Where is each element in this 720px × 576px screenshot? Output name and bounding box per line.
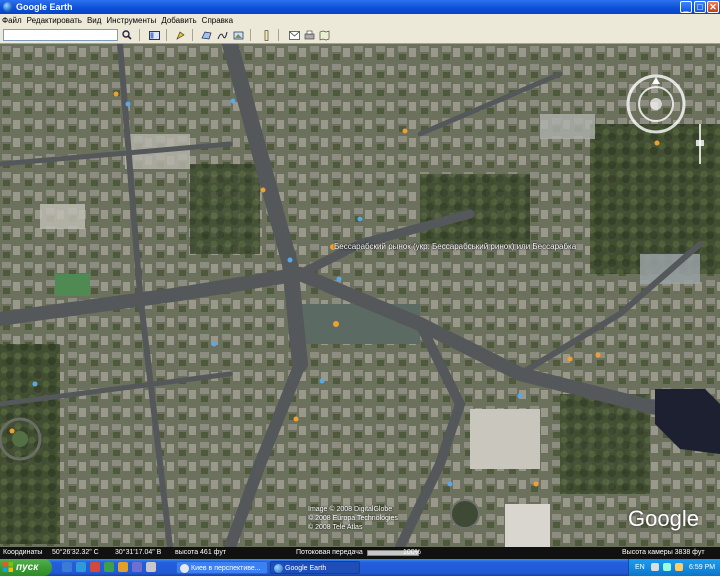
search-input[interactable] bbox=[3, 29, 118, 41]
taskbar-item-google-earth[interactable]: Google Earth bbox=[270, 561, 360, 574]
window-title: Google Earth bbox=[16, 2, 73, 12]
close-button[interactable]: ✕ bbox=[707, 1, 719, 13]
volume-icon[interactable] bbox=[675, 563, 683, 571]
quicklaunch-app-icon[interactable] bbox=[146, 562, 156, 572]
overlay-icon[interactable] bbox=[232, 29, 244, 41]
quicklaunch-app-icon[interactable] bbox=[104, 562, 114, 572]
streaming-label: Потоковая передача bbox=[296, 549, 363, 556]
google-logo: Google bbox=[628, 506, 699, 531]
menu-file[interactable]: Файл bbox=[2, 16, 22, 25]
toolbar-separator bbox=[166, 29, 167, 41]
copyright-line: Image © 2008 DigitalGlobe bbox=[308, 506, 393, 513]
maximize-button[interactable]: □ bbox=[694, 1, 706, 13]
toolbar bbox=[0, 26, 720, 44]
placemark-icon[interactable] bbox=[174, 29, 186, 41]
quicklaunch-app-icon[interactable] bbox=[132, 562, 142, 572]
eye-altitude: Высота камеры 3838 фут bbox=[622, 549, 705, 556]
map-view[interactable]: Бессарабский рынок (укр. Бессарабський р… bbox=[0, 44, 720, 547]
taskbar: пуск Киев в перспективе... Google Earth … bbox=[0, 559, 720, 576]
menu-bar: Файл Редактировать Вид Инструменты Добав… bbox=[0, 14, 720, 26]
longitude: 30°31'17.04" В bbox=[115, 549, 162, 556]
title-bar[interactable]: Google Earth _ □ ✕ bbox=[0, 0, 720, 14]
satellite-imagery bbox=[0, 44, 720, 547]
ruler-icon[interactable] bbox=[260, 29, 272, 41]
menu-view[interactable]: Вид bbox=[87, 16, 101, 25]
status-bar: Координаты 50°26'32.32" С 30°31'17.04" В… bbox=[0, 547, 720, 559]
minimize-button[interactable]: _ bbox=[680, 1, 692, 13]
sidebar-toggle-icon[interactable] bbox=[148, 29, 160, 41]
taskbar-item-kiev[interactable]: Киев в перспективе... bbox=[176, 561, 268, 574]
start-label: пуск bbox=[16, 562, 39, 573]
browser-icon bbox=[180, 564, 189, 573]
latitude: 50°26'32.32" С bbox=[52, 549, 99, 556]
toolbar-separator bbox=[139, 29, 140, 41]
path-icon[interactable] bbox=[216, 29, 228, 41]
maps-icon[interactable] bbox=[318, 29, 330, 41]
toolbar-separator bbox=[278, 29, 279, 41]
clock[interactable]: 6:59 PM bbox=[689, 559, 715, 576]
google-earth-icon bbox=[3, 2, 13, 12]
place-label[interactable]: Бессарабский рынок (укр. Бессарабський р… bbox=[334, 242, 576, 251]
polygon-icon[interactable] bbox=[200, 29, 212, 41]
ie-icon[interactable] bbox=[76, 562, 86, 572]
quicklaunch-app-icon[interactable] bbox=[90, 562, 100, 572]
menu-add[interactable]: Добавить bbox=[161, 16, 196, 25]
tray-app-icon[interactable] bbox=[663, 563, 671, 571]
toolbar-separator bbox=[192, 29, 193, 41]
show-desktop-icon[interactable] bbox=[62, 562, 72, 572]
menu-edit[interactable]: Редактировать bbox=[27, 16, 82, 25]
system-tray: EN 6:59 PM bbox=[628, 559, 720, 576]
search-icon[interactable] bbox=[121, 29, 133, 41]
windows-flag-icon bbox=[3, 562, 13, 572]
quicklaunch-app-icon[interactable] bbox=[118, 562, 128, 572]
streaming-percent: 100% bbox=[403, 549, 421, 556]
copyright-line: © 2008 Europa Technologies bbox=[308, 515, 398, 522]
menu-tools[interactable]: Инструменты bbox=[106, 16, 156, 25]
coords-label: Координаты bbox=[3, 549, 43, 556]
toolbar-separator bbox=[250, 29, 251, 41]
print-icon[interactable] bbox=[303, 29, 315, 41]
tray-app-icon[interactable] bbox=[651, 563, 659, 571]
copyright-line: © 2008 Tele Atlas bbox=[308, 524, 363, 531]
google-earth-icon bbox=[274, 564, 283, 573]
email-icon[interactable] bbox=[288, 29, 300, 41]
language-indicator[interactable]: EN bbox=[635, 559, 645, 576]
elevation: высота 461 фут bbox=[175, 549, 227, 556]
menu-help[interactable]: Справка bbox=[202, 16, 233, 25]
start-button[interactable]: пуск bbox=[0, 559, 52, 576]
